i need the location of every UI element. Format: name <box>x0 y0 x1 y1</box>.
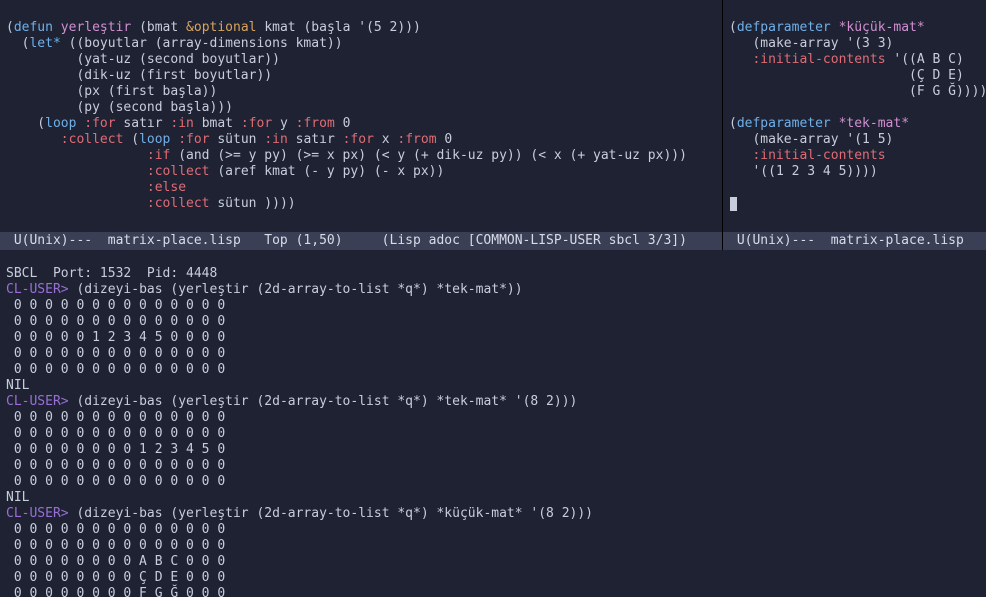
repl-pane[interactable]: SBCL Port: 1532 Pid: 4448 CL-USER> (dize… <box>0 250 986 597</box>
left-code-pane[interactable]: (defun yerleştir (bmat &optional kmat (b… <box>0 0 723 232</box>
code: (py (second başla))) <box>6 100 233 115</box>
code: (let* ((boyutlar (array-dimensions kmat)… <box>6 36 343 51</box>
repl-output: 0 0 0 0 0 0 0 0 0 0 0 0 0 0 0 0 0 0 0 0 … <box>6 522 225 597</box>
code: (dik-uz (first boyutlar)) <box>6 68 272 83</box>
code: (make-array '(3 3) <box>729 36 893 51</box>
repl-output: 0 0 0 0 0 0 0 0 0 0 0 0 0 0 0 0 0 0 0 0 … <box>6 410 225 505</box>
code: :if (and (>= y py) (>= x px) (< y (+ dik… <box>6 148 687 163</box>
code: :initial-contents '((A B C) <box>729 52 964 67</box>
code: :initial-contents <box>729 148 886 163</box>
right-code-pane[interactable]: (defparameter *küçük-mat* (make-array '(… <box>723 0 986 232</box>
modeline-left: U(Unix)--- matrix-place.lisp Top (1,50) … <box>0 232 723 250</box>
code: (Ç D E) <box>729 68 964 83</box>
modeline-row: U(Unix)--- matrix-place.lisp Top (1,50) … <box>0 232 986 250</box>
code: :collect (aref kmat (- y py) (- x px)) <box>6 164 444 179</box>
cursor-icon <box>730 197 737 211</box>
repl-line: CL-USER> (dizeyi-bas (yerleştir (2d-arra… <box>6 394 577 409</box>
repl-line: CL-USER> (dizeyi-bas (yerleştir (2d-arra… <box>6 282 523 297</box>
code: (defun yerleştir (bmat &optional kmat (b… <box>6 20 421 35</box>
code: (defparameter *küçük-mat* <box>729 20 925 35</box>
code: (defparameter *tek-mat* <box>729 116 909 131</box>
repl-header: SBCL Port: 1532 Pid: 4448 <box>6 266 217 281</box>
code: (make-array '(1 5) <box>729 132 893 147</box>
repl-output: 0 0 0 0 0 0 0 0 0 0 0 0 0 0 0 0 0 0 0 0 … <box>6 298 225 393</box>
code: :collect sütun )))) <box>6 196 296 211</box>
modeline-right: U(Unix)--- matrix-place.lisp <box>723 232 986 250</box>
code: (F G Ğ)))) <box>729 84 986 99</box>
code: '((1 2 3 4 5)))) <box>729 164 878 179</box>
code: :else <box>6 180 186 195</box>
code: (yat-uz (second boyutlar)) <box>6 52 280 67</box>
code: (loop :for satır :in bmat :for y :from 0 <box>6 116 350 131</box>
top-split: (defun yerleştir (bmat &optional kmat (b… <box>0 0 986 232</box>
editor-frame: (defun yerleştir (bmat &optional kmat (b… <box>0 0 986 597</box>
code: (px (first başla)) <box>6 84 217 99</box>
code: :collect (loop :for sütun :in satır :for… <box>6 132 452 147</box>
repl-line: CL-USER> (dizeyi-bas (yerleştir (2d-arra… <box>6 506 593 521</box>
